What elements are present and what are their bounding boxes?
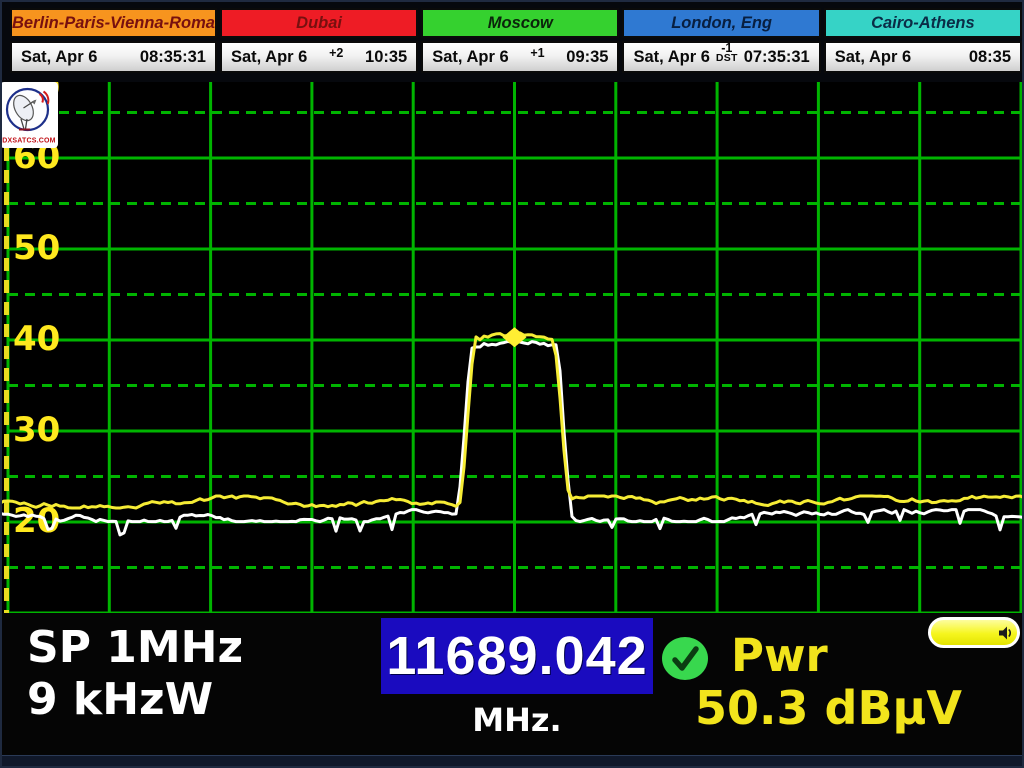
live-trace: [0, 341, 1024, 535]
clock-date: Sat, Apr 6: [21, 48, 97, 67]
world-clock-bar: Berlin-Paris-Vienna-Roma Sat, Apr 6 08:3…: [10, 8, 1022, 73]
clock-date: Sat, Apr 6: [835, 48, 911, 67]
clock-time-cell: Sat, Apr 6 +1 09:35: [421, 41, 619, 73]
clock-time-cell: Sat, Apr 6 08:35:31: [10, 41, 217, 73]
clock-date: Sat, Apr 6: [633, 48, 709, 67]
dxsatcs-logo: DXSATCS.COM: [0, 82, 58, 148]
power-value: 50.3 dBµV: [695, 681, 962, 735]
clock-moscow: Moscow Sat, Apr 6 +1 09:35: [421, 8, 619, 73]
clock-tz: -1DST: [710, 43, 744, 63]
audio-toggle[interactable]: [928, 617, 1020, 648]
clock-berlin: Berlin-Paris-Vienna-Roma Sat, Apr 6 08:3…: [10, 8, 217, 73]
clock-time: 08:35: [969, 48, 1011, 67]
city-label: Cairo-Athens: [824, 8, 1022, 38]
clock-time: 07:35:31: [744, 48, 810, 67]
clock-tz: +2: [307, 48, 365, 58]
readout-bar: SP 1MHz 9 kHzW 11689.042 MHz. Pwr 50.3 d…: [0, 613, 1024, 755]
clock-time: 09:35: [566, 48, 608, 67]
satellite-meter-screen: Berlin-Paris-Vienna-Roma Sat, Apr 6 08:3…: [0, 0, 1024, 768]
max-hold-trace: [0, 333, 1024, 508]
speaker-icon: [997, 625, 1014, 641]
clock-time-cell: Sat, Apr 6 +2 10:35: [220, 41, 418, 73]
clock-time: 10:35: [365, 48, 407, 67]
span-setting: SP 1MHz: [27, 625, 243, 671]
clock-time-cell: Sat, Apr 6 -1DST 07:35:31: [622, 41, 820, 73]
spectrum-traces: [0, 82, 1024, 613]
clock-date: Sat, Apr 6: [231, 48, 307, 67]
clock-time-cell: Sat, Apr 6 08:35: [824, 41, 1022, 73]
bandwidth-setting: 9 kHzW: [27, 677, 213, 723]
city-label: Berlin-Paris-Vienna-Roma: [10, 8, 217, 38]
clock-tz: +1: [509, 48, 567, 58]
logo-text: DXSATCS.COM: [2, 138, 55, 145]
city-label: Moscow: [421, 8, 619, 38]
clock-cairo: Cairo-Athens Sat, Apr 6 08:35: [824, 8, 1022, 73]
bottom-bezel: [0, 755, 1024, 768]
power-label: Pwr: [731, 629, 828, 682]
frequency-field[interactable]: 11689.042: [381, 618, 653, 694]
city-label: Dubai: [220, 8, 418, 38]
spectrum-plot: 203040506070 DXSATCS.COM: [0, 82, 1024, 613]
clock-london: London, Eng Sat, Apr 6 -1DST 07:35:31: [622, 8, 820, 73]
clock-date: Sat, Apr 6: [432, 48, 508, 67]
lock-check-icon: [662, 637, 708, 680]
city-label: London, Eng: [622, 8, 820, 38]
frequency-unit: MHz.: [381, 701, 653, 739]
clock-dubai: Dubai Sat, Apr 6 +2 10:35: [220, 8, 418, 73]
frequency-value: 11689.042: [386, 625, 647, 687]
clock-time: 08:35:31: [140, 48, 206, 67]
